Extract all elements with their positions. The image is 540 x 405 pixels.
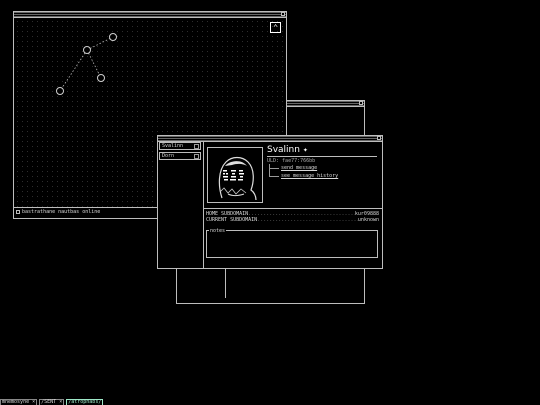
- avatar: [207, 147, 263, 203]
- notes-field[interactable]: notes: [206, 228, 378, 258]
- current-subdomain-value: unknown: [357, 217, 379, 223]
- status-checkbox[interactable]: [16, 210, 20, 214]
- profile-name: Svalinn ✦: [267, 145, 308, 155]
- profile-window: Svalinn Dorn Svalinn ✦ ULD: fae77:766bb: [157, 135, 383, 269]
- avatar-portrait-icon: [218, 156, 257, 201]
- close-icon[interactable]: [377, 136, 381, 140]
- profile-name-text: Svalinn: [267, 145, 300, 155]
- tab-dorn[interactable]: Dorn: [159, 152, 201, 160]
- map-node[interactable]: [83, 46, 91, 54]
- arrow-icon: ∕: [98, 399, 102, 405]
- tab-label: Svalinn: [162, 143, 184, 149]
- action-branch: [269, 176, 279, 177]
- info-divider: [204, 208, 382, 209]
- close-icon[interactable]: [359, 101, 363, 105]
- action-branch: [269, 168, 279, 169]
- current-subdomain-row: CURRENT SUBDOMAIN ......................…: [206, 217, 379, 223]
- profile-sidebar-divider: [203, 142, 204, 268]
- notes-label: notes: [209, 228, 227, 234]
- map-node[interactable]: [109, 33, 117, 41]
- edit-icon[interactable]: [194, 144, 199, 149]
- expand-icon[interactable]: ⌃: [270, 22, 281, 33]
- edit-icon[interactable]: [194, 154, 199, 159]
- taskbar-item-sent[interactable]: ∕SENT ×: [39, 399, 65, 405]
- taskbar: mnemosyne × ∕SENT × ∕atrophabs∕: [0, 399, 104, 405]
- background-window-divider: [225, 268, 226, 298]
- close-icon[interactable]: [281, 12, 285, 16]
- map-node[interactable]: [56, 87, 64, 95]
- close-icon[interactable]: ×: [29, 399, 35, 405]
- name-underline: [267, 156, 377, 157]
- tab-svalinn[interactable]: Svalinn: [159, 142, 201, 150]
- profile-uid: ULD: fae77:766bb: [267, 158, 316, 164]
- tab-label: Dorn: [162, 153, 175, 159]
- status-text: bastrathane nautbas online: [22, 209, 101, 215]
- map-node[interactable]: [97, 74, 105, 82]
- taskbar-item-atrophabs[interactable]: ∕atrophabs∕: [66, 399, 104, 405]
- node-link: [59, 49, 88, 92]
- send-message-link[interactable]: send message: [281, 165, 317, 171]
- status-glyph: ✦: [302, 147, 308, 154]
- close-icon[interactable]: ×: [56, 399, 62, 405]
- taskbar-item-mnemosyne[interactable]: mnemosyne ×: [0, 399, 38, 405]
- current-subdomain-label: CURRENT SUBDOMAIN: [206, 217, 258, 223]
- message-history-link[interactable]: see message history: [281, 173, 338, 179]
- map-window-titlebar[interactable]: [14, 12, 286, 18]
